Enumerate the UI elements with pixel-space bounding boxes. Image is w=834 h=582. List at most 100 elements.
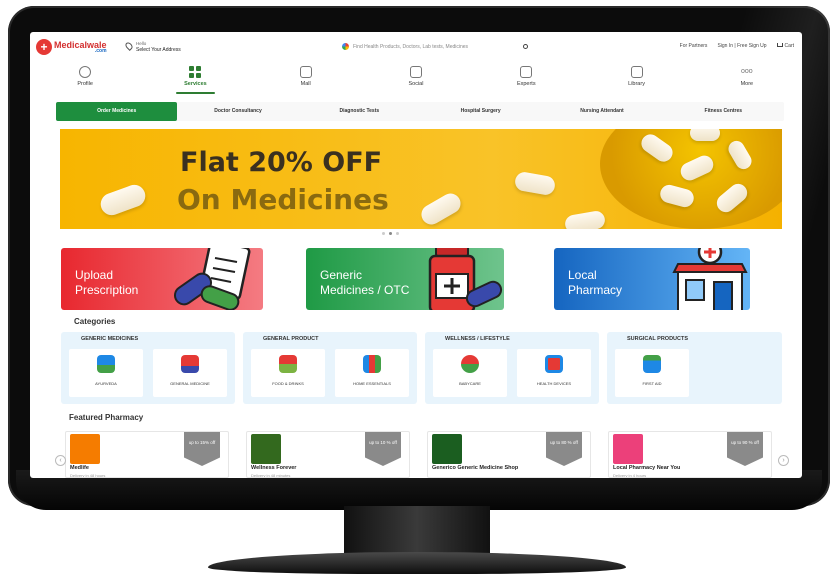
category-heading: GENERIC MEDICINES — [81, 336, 139, 342]
babycare-icon — [461, 355, 479, 373]
nav-label: Services — [184, 81, 207, 87]
featured-title: Featured Pharmacy — [69, 413, 144, 422]
nav-more[interactable]: ooo More — [692, 64, 802, 94]
user-icon — [79, 66, 92, 78]
for-partners-link[interactable]: For Partners — [680, 43, 708, 49]
category-item-general-medicine[interactable]: GENERAL MEDICINE — [153, 349, 227, 397]
health-devices-icon — [545, 355, 563, 373]
library-icon — [630, 66, 643, 78]
category-item-babycare[interactable]: BABYCARE — [433, 349, 507, 397]
tab-order-medicines[interactable]: Order Medicines — [56, 102, 178, 121]
nav-services[interactable]: Services — [140, 64, 250, 94]
nav-profile[interactable]: Profile — [30, 64, 140, 94]
promo-line1: Local — [568, 268, 597, 282]
generic-medicines-card[interactable]: Generic Medicines / OTC — [306, 248, 504, 310]
tab-hospital-surgery[interactable]: Hospital Surgery — [420, 102, 541, 121]
chevron-left-icon: ‹ — [59, 457, 62, 464]
signin-link[interactable]: Sign In | Free Sign Up — [717, 43, 766, 49]
category-item-ayurveda[interactable]: AYURVEDA — [69, 349, 143, 397]
carousel-prev-button[interactable]: ‹ — [55, 455, 66, 466]
pharmacy-logo — [70, 434, 100, 464]
nav-social[interactable]: Social — [361, 64, 471, 94]
pill-image — [690, 129, 720, 141]
pharmacy-card-medlife[interactable]: up to 15% off Medlife Delivery in 48 hou… — [65, 431, 229, 478]
category-item-home-essentials[interactable]: HOME ESSENTIALS — [335, 349, 409, 397]
category-item-first-aid[interactable]: FIRST AID — [615, 349, 689, 397]
category-heading: WELLNESS / LIFESTYLE — [445, 336, 510, 342]
pill-image — [97, 181, 149, 219]
pharmacy-card-generico[interactable]: up to 80 % off Generico Generic Medicine… — [427, 431, 591, 478]
pharmacy-delivery: Delivery in 4 hours — [613, 473, 647, 478]
medicine-bottle-icon — [428, 248, 503, 310]
tab-fitness-centres[interactable]: Fitness Centres — [663, 102, 784, 121]
nav-label: Library — [628, 81, 645, 87]
pharmacy-card-wellness-forever[interactable]: up to 10 % off Wellness Forever Delivery… — [246, 431, 410, 478]
category-item-label: HEALTH DEVICES — [536, 381, 572, 386]
cross-logo-icon: + — [36, 39, 52, 55]
google-icon — [342, 43, 349, 50]
promo-line1: Upload — [75, 268, 114, 282]
mall-icon — [299, 66, 312, 78]
tab-nursing-attendant[interactable]: Nursing Attendant — [541, 102, 662, 121]
service-tabs: Order Medicines Doctor Consultancy Diagn… — [56, 102, 784, 121]
category-heading: GENERAL PRODUCT — [263, 336, 319, 342]
nav-label: Experts — [516, 81, 536, 87]
cart-link[interactable]: Cart — [776, 43, 794, 49]
pharmacy-name: Medlife — [70, 465, 89, 471]
promo-line1: Generic — [320, 268, 363, 282]
first-aid-icon — [643, 355, 661, 373]
pharmacy-logo — [432, 434, 462, 464]
promo-banner[interactable]: Flat 20% OFF On Medicines — [60, 129, 782, 229]
monitor-stage: + Medicalwale .com Hello Select Your Add… — [0, 0, 834, 582]
pharmacy-card-local-pharmacy[interactable]: up to 90 % off Local Pharmacy Near You D… — [608, 431, 772, 478]
more-dots-icon: ooo — [740, 68, 753, 75]
category-item-label: FOOD & DRINKS — [272, 381, 304, 386]
category-item-health-devices[interactable]: HEALTH DEVICES — [517, 349, 591, 397]
chevron-right-icon: › — [782, 457, 785, 464]
monitor-base — [208, 552, 626, 574]
category-item-label: FIRST AID — [642, 381, 662, 386]
discount-badge: up to 90 % off — [727, 432, 763, 466]
discount-badge: up to 15% off — [184, 432, 220, 466]
nav-label: Social — [408, 81, 424, 87]
pharmacy-delivery: Delivery in 48 minutes — [251, 473, 291, 478]
main-nav: Profile Services Mall Social Experts Lib… — [30, 64, 802, 94]
promo-line2: Prescription — [75, 283, 139, 297]
nav-mall[interactable]: Mall — [251, 64, 361, 94]
pharmacy-delivery: Delivery in 48 hours — [70, 473, 106, 478]
prescription-icon — [173, 248, 251, 310]
top-bar: + Medicalwale .com Hello Select Your Add… — [30, 32, 802, 62]
home-essentials-icon — [363, 355, 381, 373]
nav-label: Mall — [300, 81, 311, 87]
ayurveda-icon — [97, 355, 115, 373]
search-input[interactable]: Find Health Products, Doctors, Lab tests… — [353, 44, 523, 50]
search-bar[interactable]: Find Health Products, Doctors, Lab tests… — [342, 41, 528, 52]
category-item-label: AYURVEDA — [95, 381, 117, 386]
site-logo[interactable]: + Medicalwale .com — [36, 39, 107, 55]
nav-library[interactable]: Library — [581, 64, 691, 94]
carousel-indicator[interactable] — [382, 232, 399, 235]
experts-icon — [520, 66, 533, 78]
carousel-next-button[interactable]: › — [778, 455, 789, 466]
nav-experts[interactable]: Experts — [471, 64, 581, 94]
upload-prescription-card[interactable]: Upload Prescription — [61, 248, 263, 310]
pharmacy-name: Wellness Forever — [251, 465, 297, 471]
category-heading: SURGICAL PRODUCTS — [627, 336, 689, 342]
address-selector[interactable]: Hello Select Your Address — [124, 41, 181, 53]
search-icon[interactable] — [523, 44, 528, 49]
pharmacy-logo — [613, 434, 643, 464]
tab-doctor-consultancy[interactable]: Doctor Consultancy — [177, 102, 298, 121]
category-surgical-products: SURGICAL PRODUCTS FIRST AID — [607, 332, 782, 404]
banner-subline: On Medicines — [177, 183, 389, 216]
category-item-label: BABYCARE — [459, 381, 481, 386]
address-select-label: Select Your Address — [136, 47, 181, 53]
screen: + Medicalwale .com Hello Select Your Add… — [30, 32, 802, 478]
cart-label: Cart — [784, 43, 794, 49]
tab-diagnostic-tests[interactable]: Diagnostic Tests — [299, 102, 420, 121]
banner-headline: Flat 20% OFF — [180, 147, 383, 178]
category-generic-medicines: GENERIC MEDICINES AYURVEDA GENERAL MEDIC… — [61, 332, 235, 404]
discount-badge: up to 10 % off — [365, 432, 401, 466]
category-item-food-drinks[interactable]: FOOD & DRINKS — [251, 349, 325, 397]
location-pin-icon — [124, 41, 134, 51]
local-pharmacy-card[interactable]: Local Pharmacy — [554, 248, 750, 310]
